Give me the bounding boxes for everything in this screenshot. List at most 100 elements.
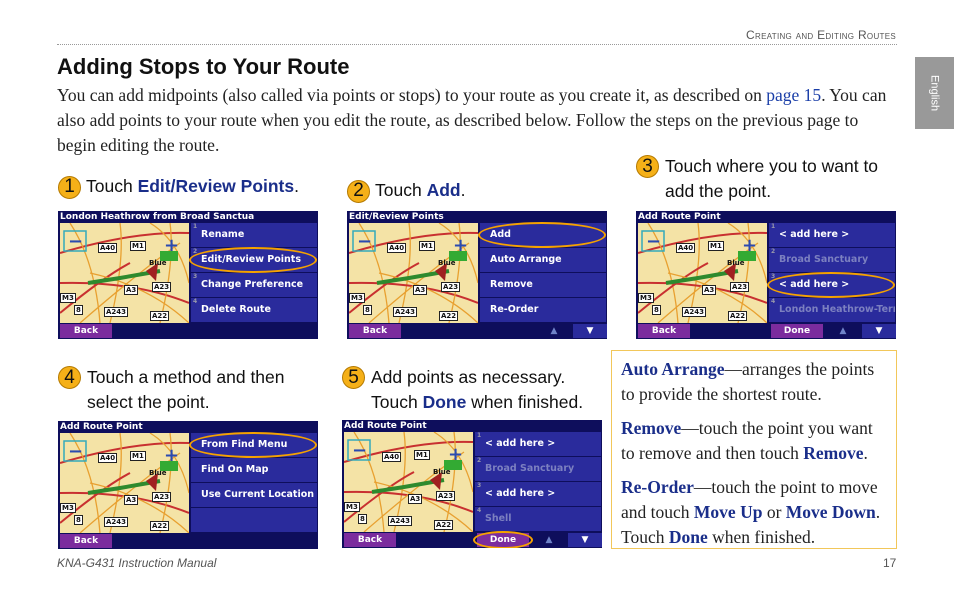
step-text-end: . [460,180,466,200]
step-text: Touch a method and then select the point… [87,367,285,412]
svg-text:−: − [68,441,83,462]
scroll-down-arrow-icon[interactable]: ▼ [573,324,607,338]
map-label: M3 [344,502,360,512]
map-label: Blue [438,259,456,267]
map-label: M3 [60,293,76,303]
screen-title: London Heathrow from Broad Sanctua [60,212,255,222]
menu-item[interactable]: 1 Rename [191,223,317,247]
map-label: A23 [730,282,750,292]
map-label: M3 [349,293,365,303]
desc: or [762,502,786,522]
map-view[interactable]: − + A40 M1 A3 A23 M3 A243 A22 Blue 8 [60,223,189,323]
map-label: A22 [434,520,454,530]
map-label: M1 [708,241,724,251]
menu-item-label: London Heathrow-Termi [779,304,895,315]
step-2: 2 Touch Add. [347,178,607,203]
map-label: A3 [702,285,717,295]
map-label: A243 [104,517,129,527]
menu-item-label: Re-Order [490,304,539,315]
highlight-oval [189,247,317,273]
info-reorder: Re-Order—touch the point to move and tou… [621,475,887,550]
menu-item[interactable]: Re-Order [480,298,606,322]
device-screen-2: Edit/Review Points − + A40 M1 A3 A23 M3 A243 A22… [347,211,607,339]
map-label: A243 [104,307,129,317]
map-label: A22 [728,311,748,321]
done-button[interactable]: Done [771,324,823,338]
map-label: 8 [358,514,367,524]
map-label: A22 [150,311,170,321]
back-button[interactable]: Back [344,533,396,547]
menu-item[interactable]: 3 < add here > [475,482,601,506]
device-screen-4: Add Route Point − + A40 M1 A3 A23 M3 A243 A22 Blu… [58,421,318,549]
term: Move Up [693,502,763,522]
map-view[interactable]: − + A40 M1 A3 A23 M3 A243 A22 Blue 8 [638,223,767,323]
menu-item-label: Broad Sanctuary [485,463,575,474]
back-button[interactable]: Back [349,324,401,338]
screen-title: Add Route Point [60,422,143,432]
menu-item[interactable]: 4 Shell [475,507,601,531]
step-1: 1 Touch Edit/Review Points. [58,174,318,199]
term: Done [668,527,708,547]
map-label: M1 [414,450,430,460]
menu-item[interactable] [191,508,317,532]
scroll-up-arrow-icon[interactable]: ▲ [532,533,566,547]
item-index: 1 [771,223,776,230]
scroll-up-arrow-icon[interactable]: ▲ [537,324,571,338]
scroll-down-arrow-icon[interactable]: ▼ [568,533,602,547]
menu-item-label: Find On Map [201,464,269,475]
map-view[interactable]: − + A40 M1 A3 A23 M3 A243 A22 Blue 8 [60,433,189,533]
step-text: Touch [86,176,138,196]
back-button[interactable]: Back [60,324,112,338]
menu-item[interactable]: 1 < add here > [769,223,895,247]
device-screen-1: London Heathrow from Broad Sanctua − + A40… [58,211,318,339]
scroll-up-arrow-icon[interactable]: ▲ [826,324,860,338]
map-label: Blue [727,259,745,267]
screen-title: Edit/Review Points [349,212,444,222]
menu-item[interactable]: Find On Map [191,458,317,482]
menu-item[interactable]: 4 London Heathrow-Termi [769,298,895,322]
menu-item[interactable]: Use Current Location [191,483,317,507]
info-auto-arrange: Auto Arrange—arranges the points to prov… [621,357,887,407]
map-label: M3 [638,293,654,303]
item-index: 4 [771,298,776,305]
bottom-bar: Back [58,323,318,339]
menu-item[interactable]: 2 Broad Sanctuary [769,248,895,272]
svg-text:−: − [352,440,367,461]
map-view[interactable]: − + A40 M1 A3 A23 M3 A243 A22 Blue 8 [349,223,478,323]
desc: when finished. [707,527,816,547]
item-index: 3 [477,482,482,489]
scroll-down-arrow-icon[interactable]: ▼ [862,324,896,338]
map-label: 8 [363,305,372,315]
step-text-end: . [294,176,299,196]
menu-item[interactable]: 1 < add here > [475,432,601,456]
map-view[interactable]: − + A40 M1 A3 A23 M3 A243 A22 Blue 8 [344,432,473,532]
menu-item-label: Shell [485,513,512,524]
back-button[interactable]: Back [60,534,112,548]
menu-item[interactable]: 2 Broad Sanctuary [475,457,601,481]
step-number-badge: 1 [58,175,81,199]
language-tab[interactable]: English [915,57,954,129]
back-button[interactable]: Back [638,324,690,338]
menu-item[interactable]: Remove [480,273,606,297]
map-label: A23 [152,282,172,292]
menu-item[interactable]: 3 Change Preference [191,273,317,297]
map-label: A3 [124,285,139,295]
highlight-oval [189,432,317,458]
highlight-oval [767,272,895,298]
section-header: Creating and Editing Routes [746,28,896,42]
map-label: A40 [676,243,696,253]
step-3: 3 Touch where you to want to add the poin… [636,154,896,204]
step-text: Touch where you to want to add the point… [665,156,879,201]
map-label: Blue [433,468,451,476]
map-label: A243 [388,516,413,526]
menu-item-label: Auto Arrange [490,254,562,265]
menu-item[interactable]: 4 Delete Route [191,298,317,322]
device-screen-5: Add Route Point − + A40 M1 A3 A23 M3 A243 A22 Blu… [342,420,602,548]
page-link[interactable]: page 15 [766,85,821,105]
item-index: 3 [193,273,198,280]
menu-item-label: < add here > [485,438,556,449]
map-label: A40 [382,452,402,462]
item-index: 2 [771,248,776,255]
menu-item[interactable]: Auto Arrange [480,248,606,272]
bottom-bar: Back [58,533,318,549]
